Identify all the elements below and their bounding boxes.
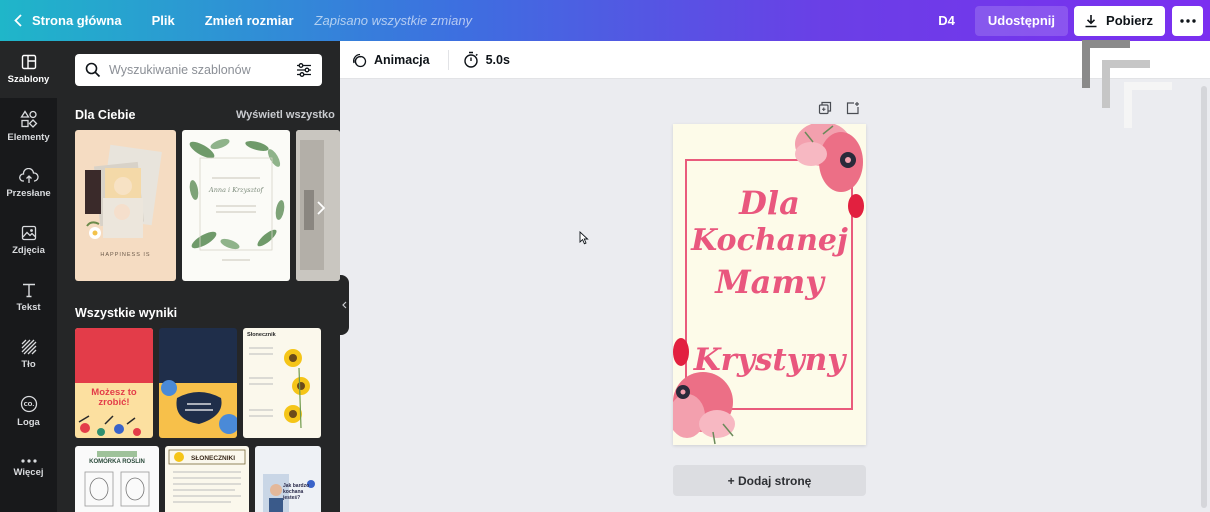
more-options-button[interactable] <box>1172 5 1203 36</box>
text-icon <box>22 283 35 298</box>
design-page[interactable]: Dla Kochanej Mamy Krystyny <box>673 124 866 445</box>
thumb-art <box>249 347 310 429</box>
upload-icon <box>18 168 39 183</box>
timer-icon <box>463 51 478 68</box>
download-button[interactable]: Pobierz <box>1074 5 1165 36</box>
watermark-logo <box>1082 40 1172 128</box>
template-thumb-plant-cell[interactable]: KOMÓRKA ROŚLIN <box>75 446 159 512</box>
thumb-art <box>78 415 141 436</box>
see-all-link[interactable]: Wyświetl wszystko <box>236 109 335 121</box>
duplicate-page-icon[interactable] <box>818 101 832 115</box>
more-icon <box>20 459 37 463</box>
section-title-for-you: Dla Ciebie <box>75 108 136 122</box>
rail-label: Więcej <box>13 467 44 478</box>
animation-icon <box>353 53 367 67</box>
save-status: Zapisano wszystkie zmiany <box>314 13 473 28</box>
chevron-left-icon <box>342 301 347 309</box>
rail-label: Tekst <box>16 302 41 313</box>
rail-item-logos[interactable]: CO. Loga <box>0 383 57 440</box>
section-title-all-results: Wszystkie wyniki <box>75 306 178 320</box>
rail-item-elements[interactable]: Elementy <box>0 98 57 155</box>
animation-label: Animacja <box>374 52 430 67</box>
thumb-caption: Możesz to zrobić! <box>91 387 137 408</box>
logo-icon: CO. <box>20 395 37 413</box>
rail-item-templates[interactable]: Szablony <box>0 41 57 98</box>
svg-text:CO.: CO. <box>23 402 34 408</box>
animation-button[interactable]: Animacja <box>351 52 430 68</box>
template-thumb-motivation[interactable]: Możesz to zrobić! <box>75 328 153 438</box>
chevron-right-icon <box>317 201 325 215</box>
file-menu[interactable]: Plik <box>137 0 190 41</box>
duration-button[interactable]: 5.0s <box>463 51 510 68</box>
template-thumb-happiness[interactable]: HAPPINESS IS <box>75 130 176 281</box>
rail-item-more[interactable]: Więcej <box>0 440 57 497</box>
thumb-caption: HAPPINESS IS <box>100 252 151 258</box>
rail-item-photos[interactable]: Zdjęcia <box>0 212 57 269</box>
search-icon <box>85 62 101 78</box>
thumb-art <box>189 138 285 261</box>
download-label: Pobierz <box>1106 13 1153 28</box>
thumb-caption: Anna i Krzysztof <box>209 186 263 194</box>
home-label: Strona główna <box>32 13 122 28</box>
rail-label: Tło <box>21 359 36 370</box>
home-button[interactable]: Strona główna <box>0 0 137 41</box>
template-thumb-sunflower[interactable]: Słonecznik <box>243 328 321 438</box>
resize-menu[interactable]: Zmień rozmiar <box>190 0 309 41</box>
top-bar: Strona główna Plik Zmień rozmiar Zapisan… <box>0 0 1210 41</box>
name-line[interactable]: Krystyny <box>673 342 866 378</box>
rail-item-uploads[interactable]: Przesłane <box>0 155 57 212</box>
templates-panel: Wyszukiwanie szablonów Dla Ciebie Wyświe… <box>57 41 340 512</box>
rail-label: Loga <box>17 417 40 428</box>
panel-collapse-handle[interactable] <box>340 275 349 335</box>
toolbar-divider <box>447 49 449 70</box>
carousel-next-button[interactable] <box>311 195 331 221</box>
filter-icon[interactable] <box>296 62 312 78</box>
photos-icon <box>21 225 36 241</box>
thumb-art <box>168 449 246 503</box>
page-actions <box>818 101 860 115</box>
share-button[interactable]: Udostępnij <box>974 5 1069 36</box>
heading-line-2[interactable]: Kochanej <box>673 223 866 258</box>
thumb-caption: Jak bardzo kochana jesteś? <box>283 483 310 501</box>
left-rail: Szablony Elementy Przesłane Zdjęcia Teks… <box>0 41 57 512</box>
thumb-art <box>85 144 162 239</box>
rail-label: Zdjęcia <box>12 245 45 256</box>
elements-icon <box>19 110 37 128</box>
template-thumb-loved-mom[interactable]: Jak bardzo kochana jesteś? <box>255 446 321 512</box>
search-placeholder[interactable]: Wyszukiwanie szablonów <box>109 63 296 77</box>
background-icon <box>21 339 36 355</box>
ellipsis-icon <box>1179 18 1196 23</box>
templates-icon <box>21 54 36 70</box>
rail-item-background[interactable]: Tło <box>0 326 57 383</box>
heading-line-3[interactable]: Mamy <box>673 263 866 301</box>
heading-line-1[interactable]: Dla <box>673 184 866 222</box>
template-search-box[interactable]: Wyszukiwanie szablonów <box>75 54 322 86</box>
duration-label: 5.0s <box>485 52 510 67</box>
rail-label: Przesłane <box>6 188 51 199</box>
mouse-cursor-icon <box>579 231 589 245</box>
thumb-art <box>263 474 315 512</box>
template-thumb-wedding[interactable]: Anna i Krzysztof <box>182 130 290 281</box>
design-label[interactable]: D4 <box>938 13 955 28</box>
template-thumb-sunflowers-doc[interactable]: SŁONECZNIKI <box>165 446 249 512</box>
rail-label: Elementy <box>7 132 50 143</box>
thumb-art <box>159 380 237 438</box>
rail-item-text[interactable]: Tekst <box>0 269 57 326</box>
canvas-scrollbar[interactable] <box>1201 86 1207 508</box>
chevron-left-icon <box>14 14 22 27</box>
thumb-art <box>84 451 150 507</box>
add-page-button[interactable]: + Dodaj stronę <box>673 465 866 496</box>
add-page-icon[interactable] <box>846 101 860 115</box>
rail-label: Szablony <box>7 74 50 85</box>
template-thumb-navy[interactable] <box>159 328 237 438</box>
download-icon <box>1085 14 1097 27</box>
